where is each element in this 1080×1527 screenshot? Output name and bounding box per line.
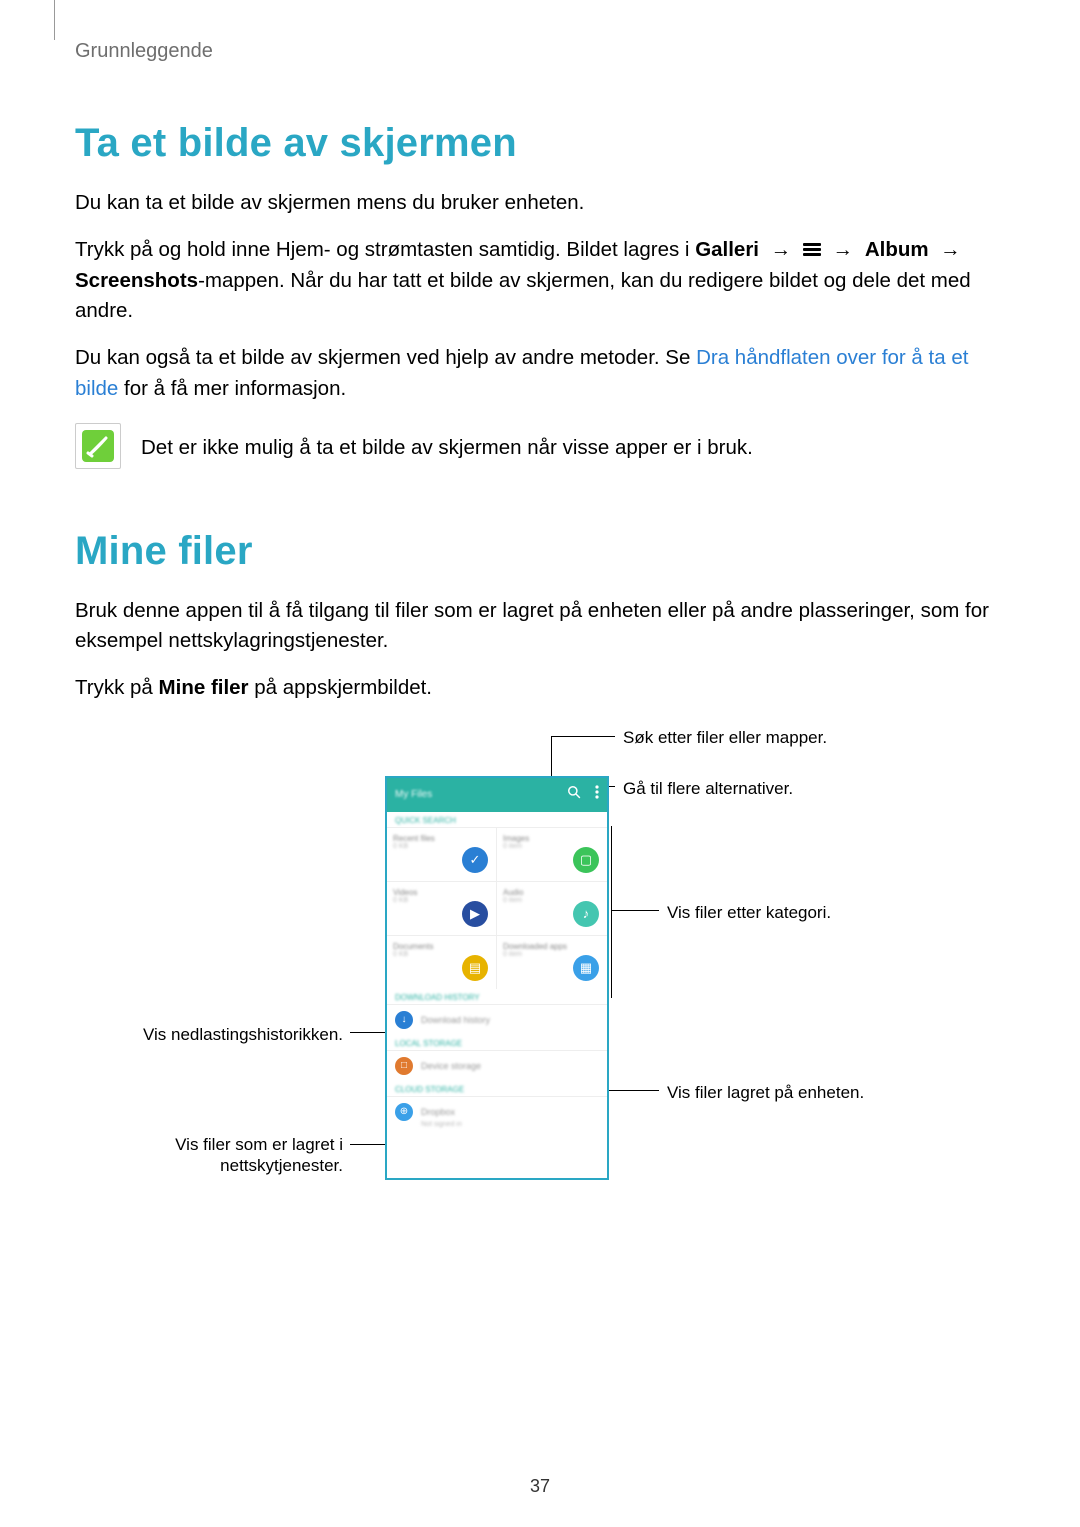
section-label: DOWNLOAD HISTORY (387, 989, 607, 1004)
text-fragment: nettskytjenester. (105, 1155, 343, 1176)
category-audio[interactable]: Audio 0 item ♪ (497, 881, 607, 935)
row-label: Download history (421, 1015, 490, 1025)
callout-device: Vis filer lagret på enheten. (667, 1082, 864, 1103)
text-fragment: Trykk på (75, 676, 159, 699)
body-text: Trykk på og hold inne Hjem- og strømtast… (75, 235, 1005, 327)
row-download-history[interactable]: ↓ Download history (387, 1004, 607, 1035)
clock-icon: ✓ (462, 847, 488, 873)
arrow-icon: → (771, 235, 792, 266)
text-fragment: for å få mer informasjon. (118, 377, 346, 400)
heading-myfiles: Mine filer (75, 529, 1005, 574)
note-text: Det er ikke mulig å ta et bilde av skjer… (141, 423, 753, 464)
storage-icon: □ (395, 1057, 413, 1075)
section-label: QUICK SEARCH (387, 812, 607, 827)
text-fragment: Du kan også ta et bilde av skjermen ved … (75, 346, 696, 369)
leader-line (611, 826, 612, 996)
page-number: 37 (0, 1476, 1080, 1497)
callout-category: Vis filer etter kategori. (667, 902, 831, 923)
image-icon: ▢ (573, 847, 599, 873)
text-bold: Screenshots (75, 269, 198, 292)
search-icon[interactable] (567, 785, 581, 804)
text-fragment: -mappen. Når du har tatt et bilde av skj… (75, 269, 971, 323)
figure-myfiles: Søk etter filer eller mapper. Gå til fle… (75, 720, 1005, 1200)
category-name: Documents (393, 942, 490, 951)
audio-icon: ♪ (573, 901, 599, 927)
category-name: Recent files (393, 834, 490, 843)
dropbox-icon: ⊕ (395, 1103, 413, 1121)
category-recent[interactable]: Recent files 0 KB ✓ (387, 827, 497, 881)
document-icon: ▤ (462, 955, 488, 981)
category-images[interactable]: Images 0 item ▢ (497, 827, 607, 881)
phone-title: My Files (395, 789, 432, 800)
note-block: Det er ikke mulig å ta et bilde av skjer… (75, 423, 1005, 469)
text-bold: Galleri (695, 238, 759, 261)
breadcrumb: Grunnleggende (75, 40, 1005, 63)
text-fragment: på appskjermbildet. (249, 676, 432, 699)
category-grid: Recent files 0 KB ✓ Images 0 item ▢ Vide… (387, 827, 607, 989)
body-text: Du kan også ta et bilde av skjermen ved … (75, 343, 1005, 405)
callout-cloud: Vis filer som er lagret i nettskytjenest… (105, 1134, 343, 1177)
callout-more: Gå til flere alternativer. (623, 778, 793, 799)
text-fragment: Trykk på og hold inne Hjem- og strømtast… (75, 238, 695, 261)
row-device-storage[interactable]: □ Device storage (387, 1050, 607, 1081)
apps-icon: ▦ (573, 955, 599, 981)
section-label: LOCAL STORAGE (387, 1035, 607, 1050)
note-icon (75, 423, 121, 469)
row-dropbox[interactable]: ⊕ Dropbox (387, 1096, 607, 1121)
category-documents[interactable]: Documents 0 KB ▤ (387, 935, 497, 989)
category-name: Images (503, 834, 601, 843)
row-label: Device storage (421, 1061, 481, 1071)
text-fragment: Vis filer som er lagret i (105, 1134, 343, 1155)
text-bold: Album (865, 238, 929, 261)
body-text: Du kan ta et bilde av skjermen mens du b… (75, 188, 1005, 219)
heading-screenshot: Ta et bilde av skjermen (75, 121, 1005, 166)
body-text: Trykk på Mine filer på appskjermbildet. (75, 673, 1005, 704)
row-label: Dropbox (421, 1107, 455, 1117)
menu-icon (803, 241, 821, 258)
callout-search: Søk etter filer eller mapper. (623, 727, 827, 748)
category-name: Videos (393, 888, 490, 897)
leader-line (551, 736, 615, 737)
phone-mock: My Files QUICK SEARCH Recent files 0 KB … (385, 776, 609, 1180)
category-videos[interactable]: Videos 0 KB ▶ (387, 881, 497, 935)
arrow-icon: → (940, 235, 961, 266)
phone-header: My Files (387, 778, 607, 812)
category-name: Audio (503, 888, 601, 897)
section-label: CLOUD STORAGE (387, 1081, 607, 1096)
arrow-icon: → (833, 235, 854, 266)
body-text: Bruk denne appen til å få tilgang til fi… (75, 596, 1005, 658)
page-corner-mark (50, 0, 55, 40)
text-bold: Mine filer (159, 676, 249, 699)
more-icon[interactable] (595, 785, 599, 804)
download-icon: ↓ (395, 1011, 413, 1029)
category-name: Downloaded apps (503, 942, 601, 951)
callout-downloads: Vis nedlastingshistorikken. (105, 1024, 343, 1045)
row-sublabel: Not signed in (413, 1121, 607, 1134)
leader-line (611, 910, 659, 911)
category-downloaded-apps[interactable]: Downloaded apps 0 item ▦ (497, 935, 607, 989)
video-icon: ▶ (462, 901, 488, 927)
